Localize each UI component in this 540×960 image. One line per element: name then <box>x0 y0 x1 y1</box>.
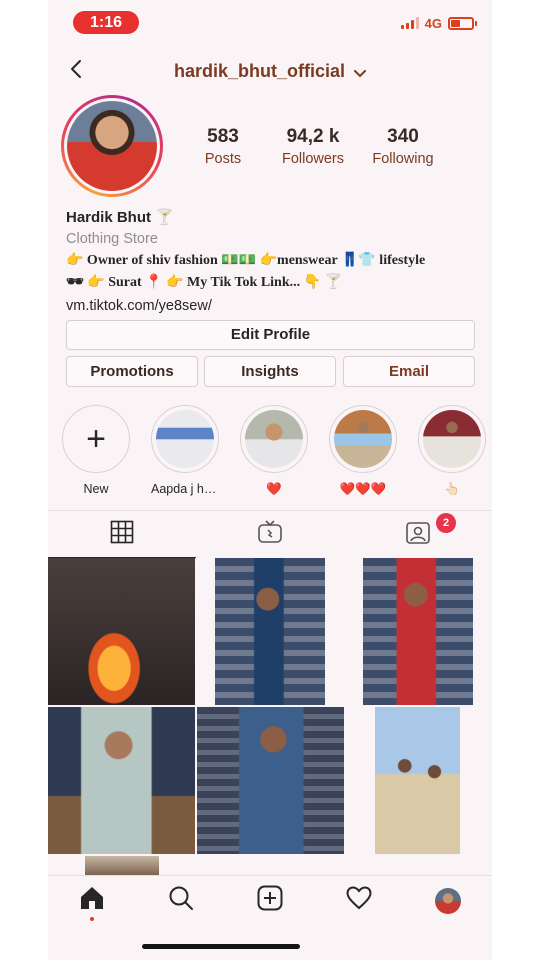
post-thumbnail[interactable] <box>346 707 492 854</box>
highlight-item[interactable]: Aapda j hoi... <box>151 405 219 497</box>
status-indicators: 4G <box>400 14 477 32</box>
stat-number: 340 <box>387 126 419 147</box>
nav-new-post[interactable] <box>250 881 290 921</box>
nav-profile[interactable] <box>428 881 468 921</box>
stat-following[interactable]: 340 Following <box>358 126 448 167</box>
tab-grid[interactable] <box>48 511 196 558</box>
chevron-down-icon <box>354 62 367 83</box>
nav-search[interactable] <box>161 881 201 921</box>
tab-igtv[interactable] <box>196 511 344 558</box>
active-indicator-dot <box>90 916 95 921</box>
account-switcher[interactable]: hardik_bhut_official <box>48 61 492 83</box>
stat-number: 94,2 k <box>286 126 340 147</box>
post-thumbnail[interactable] <box>85 856 159 875</box>
bio-link[interactable]: vm.tiktok.com/ye8sew/ <box>66 298 486 314</box>
post-thumbnail[interactable] <box>48 707 195 854</box>
igtv-icon <box>257 519 283 550</box>
search-icon <box>168 885 194 916</box>
stat-followers[interactable]: 94,2 k Followers <box>268 126 358 167</box>
stat-posts[interactable]: 583 Posts <box>178 126 268 167</box>
email-button[interactable]: Email <box>343 356 475 387</box>
stat-label: Posts <box>204 151 242 167</box>
highlight-item[interactable]: ❤️❤️❤️ <box>329 405 397 497</box>
signal-icon <box>400 17 419 29</box>
tab-tagged[interactable]: 2 <box>344 511 492 558</box>
post-thumbnail[interactable] <box>215 558 325 705</box>
highlight-label: Aapda j hoi... <box>151 482 219 496</box>
bio-line-1: 👉 Owner of shiv fashion 💵💵 👉menswear 👖👕 … <box>66 253 426 268</box>
highlight-item[interactable]: ❤️ <box>240 405 308 497</box>
highlight-label: New <box>83 482 109 496</box>
status-time[interactable]: 1:16 <box>73 11 139 34</box>
post-thumbnail[interactable] <box>48 558 195 705</box>
profile-tabs: 2 <box>48 510 492 558</box>
home-icon <box>79 885 105 916</box>
network-type: 4G <box>424 15 442 31</box>
highlight-label: 👆🏻 <box>444 482 460 496</box>
business-category[interactable]: Clothing Store <box>66 231 486 247</box>
insights-button[interactable]: Insights <box>204 356 336 387</box>
highlight-label: ❤️❤️❤️ <box>339 482 387 496</box>
home-indicator[interactable] <box>142 944 300 949</box>
edit-profile-button[interactable]: Edit Profile <box>66 320 475 350</box>
heart-icon <box>346 886 372 915</box>
nav-home[interactable] <box>72 881 112 921</box>
bio-line-2: 🕶 👉 Surat 📍 👉 My Tik Tok Link... 👇 🍸 <box>66 275 342 290</box>
battery-icon <box>448 16 477 30</box>
highlight-cover <box>156 410 214 468</box>
profile-bio: Hardik Bhut 🍸 Clothing Store 👉 Owner of … <box>66 208 486 314</box>
promotions-button[interactable]: Promotions <box>66 356 198 387</box>
notification-badge: 2 <box>436 513 456 533</box>
nav-activity[interactable] <box>339 881 379 921</box>
bottom-navigation <box>48 875 492 925</box>
add-post-icon <box>257 885 283 916</box>
profile-avatar <box>434 887 461 914</box>
post-thumbnail[interactable] <box>197 707 344 854</box>
highlight-cover <box>423 410 481 468</box>
profile-avatar[interactable] <box>61 95 163 197</box>
stat-number: 583 <box>207 126 239 147</box>
highlight-item[interactable]: 👆🏻 <box>418 405 486 497</box>
profile-photo <box>67 101 157 191</box>
post-thumbnail[interactable] <box>363 558 473 705</box>
story-highlights: + New Aapda j hoi... ❤️ ❤️❤️❤️ 👆🏻 <box>62 405 486 497</box>
profile-stats: 583 Posts 94,2 k Followers 340 Following <box>178 126 448 167</box>
plus-icon[interactable]: + <box>62 405 130 473</box>
highlight-label: ❤️ <box>266 482 282 496</box>
tagged-icon <box>405 519 431 550</box>
username-title: hardik_bhut_official <box>173 61 345 81</box>
grid-icon <box>110 520 134 549</box>
highlight-cover <box>334 410 392 468</box>
stat-label: Following <box>372 151 434 167</box>
display-name: Hardik Bhut 🍸 <box>66 209 174 226</box>
highlight-new[interactable]: + New <box>62 405 130 497</box>
stat-label: Followers <box>281 151 345 167</box>
app-screen: 1:16 4G hardik_bhut_official 583 Posts 9… <box>48 0 492 960</box>
highlight-cover <box>245 410 303 468</box>
